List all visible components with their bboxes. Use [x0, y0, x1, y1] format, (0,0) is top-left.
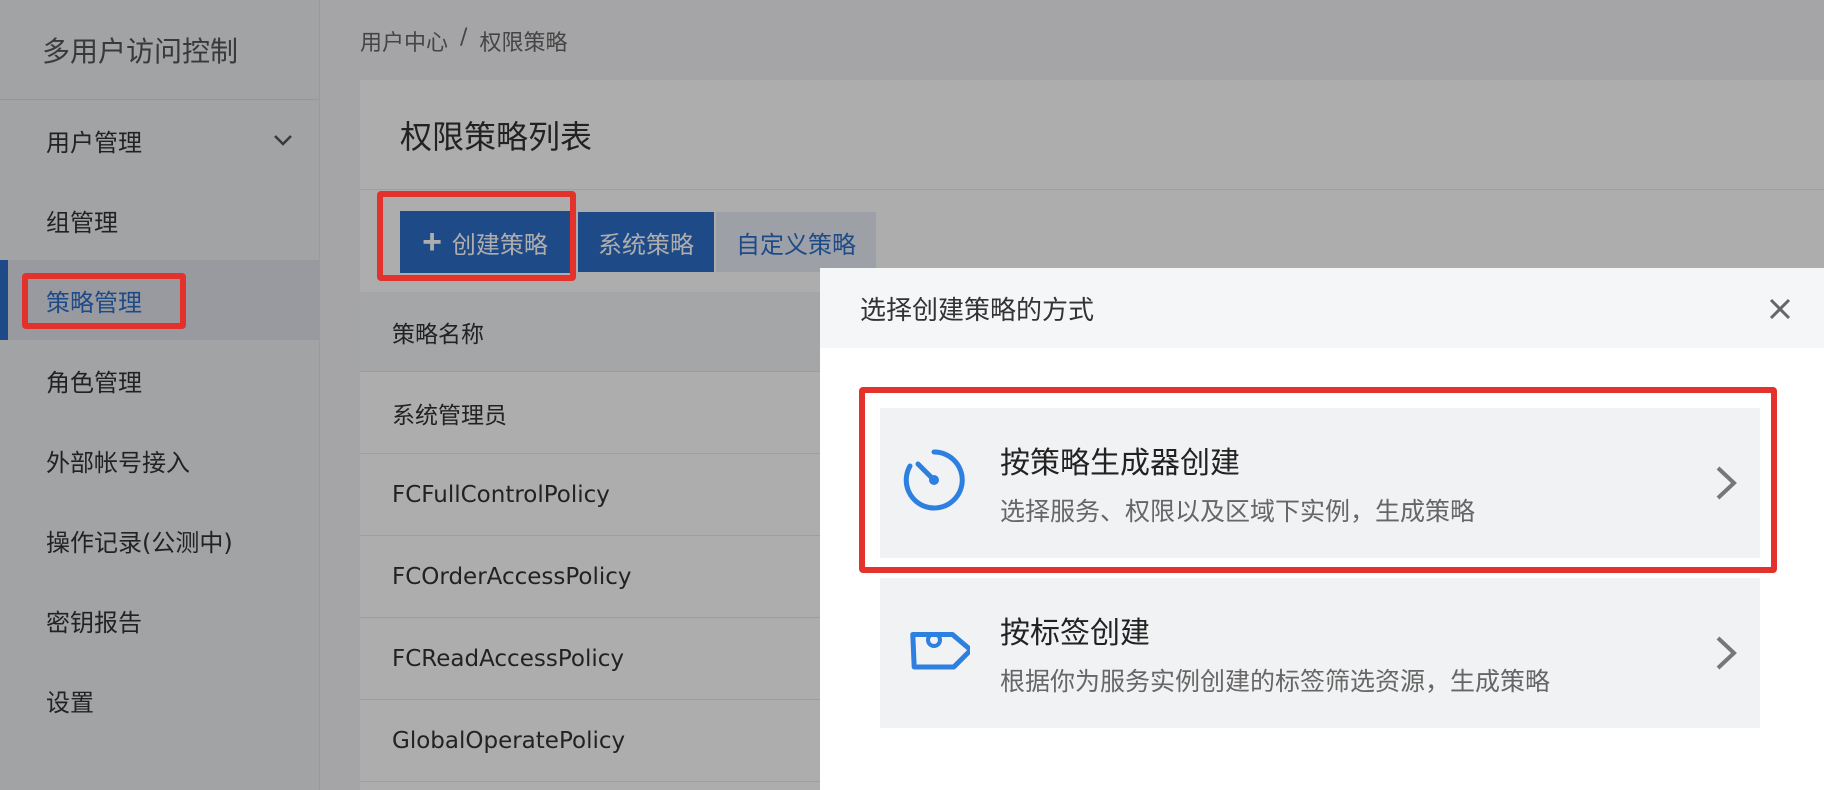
- highlight-box-option: [859, 387, 1777, 573]
- modal-title: 选择创建策略的方式: [860, 295, 1095, 326]
- option-description: 根据你为服务实例创建的标签筛选资源，生成策略: [1000, 667, 1551, 696]
- option-tag-based[interactable]: 按标签创建 根据你为服务实例创建的标签筛选资源，生成策略: [880, 578, 1760, 728]
- close-icon[interactable]: [1766, 295, 1794, 323]
- highlight-box-sidebar: [22, 273, 186, 329]
- option-title: 按标签创建: [1000, 616, 1150, 651]
- modal-header: 选择创建策略的方式: [820, 268, 1824, 348]
- chevron-right-icon: [1716, 636, 1737, 670]
- highlight-box-create-button: [377, 191, 576, 281]
- tag-icon: [910, 631, 970, 670]
